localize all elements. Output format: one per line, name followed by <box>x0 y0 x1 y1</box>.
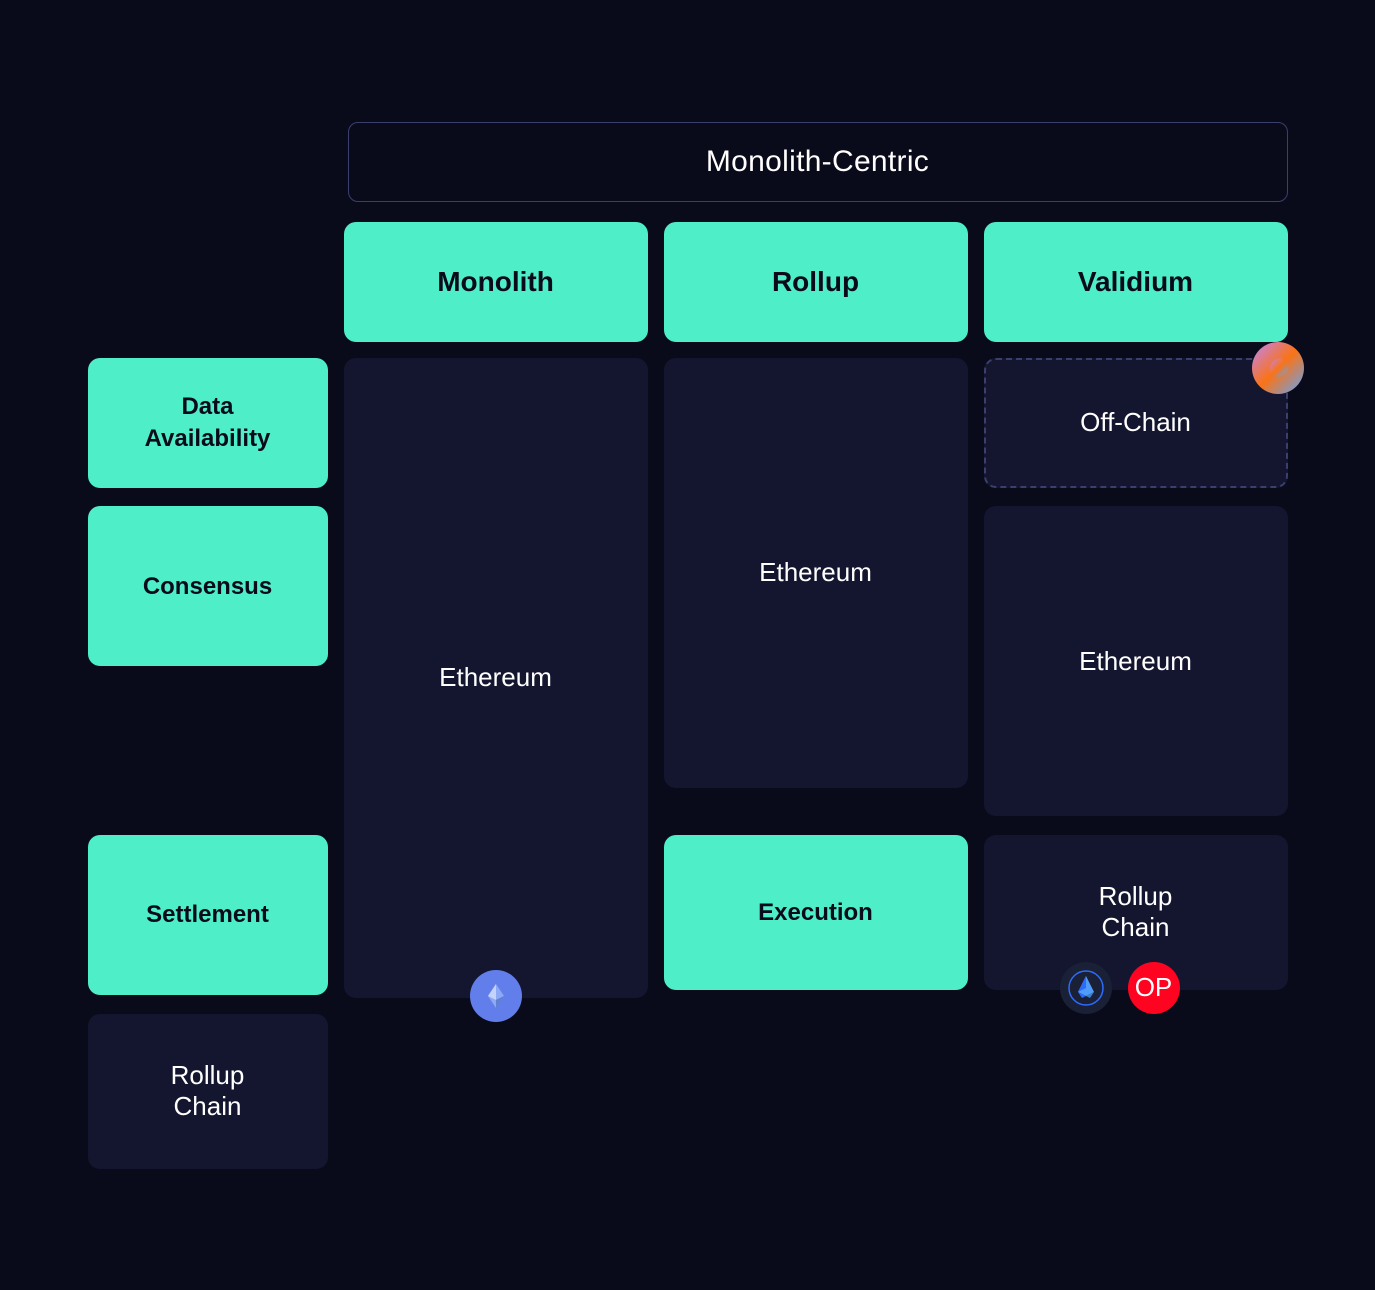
ethereum-badge <box>470 970 522 1022</box>
eth-icon <box>482 982 510 1010</box>
op-label: OP <box>1135 972 1173 1003</box>
validium-ethereum-label: Ethereum <box>1079 646 1192 677</box>
validium-offchain-cell: Off-Chain <box>984 358 1288 488</box>
arbitrum-icon <box>1068 970 1104 1006</box>
col-header-validium-label: Validium <box>1078 266 1193 298</box>
main-grid: Monolith Rollup Validium DataAvailabilit… <box>88 222 1288 1169</box>
rollup-ethereum-cell: Ethereum <box>664 358 968 788</box>
validium-ethereum-cell: Ethereum <box>984 506 1288 816</box>
rollup-execution-label: RollupChain <box>1099 881 1173 943</box>
arbitrum-badge <box>1060 962 1112 1014</box>
col-header-validium: Validium <box>984 222 1288 342</box>
rollup-execution-cell: RollupChain OP <box>984 835 1288 990</box>
row-label-data-availability: DataAvailability <box>88 358 328 488</box>
header-bar: Monolith-Centric <box>348 122 1288 202</box>
rollup-ethereum-label: Ethereum <box>759 557 872 588</box>
row-label-execution-text: Execution <box>758 897 873 928</box>
validium-execution-cell: RollupChain <box>88 1014 328 1169</box>
paint-icon <box>1263 353 1293 383</box>
header-title: Monolith-Centric <box>706 145 929 178</box>
row-label-da-text: DataAvailability <box>145 391 271 453</box>
col-header-monolith-label: Monolith <box>437 266 554 298</box>
monolith-ethereum-cell: Ethereum <box>344 358 648 998</box>
row-label-settlement: Settlement <box>88 835 328 995</box>
col-header-rollup: Rollup <box>664 222 968 342</box>
validium-execution-label: RollupChain <box>171 1060 245 1122</box>
col-header-rollup-label: Rollup <box>772 266 859 298</box>
row-label-settlement-text: Settlement <box>146 899 269 930</box>
optimism-badge: OP <box>1128 962 1180 1014</box>
validium-offchain-label: Off-Chain <box>1080 407 1191 438</box>
row-label-consensus: Consensus <box>88 506 328 666</box>
row-label-consensus-text: Consensus <box>143 571 272 602</box>
gradient-circle-icon <box>1252 342 1304 394</box>
page-container: Monolith-Centric Monolith Rollup Validiu… <box>88 122 1288 1169</box>
row-label-execution: Execution <box>664 835 968 990</box>
col-header-monolith: Monolith <box>344 222 648 342</box>
monolith-ethereum-label: Ethereum <box>439 662 552 693</box>
